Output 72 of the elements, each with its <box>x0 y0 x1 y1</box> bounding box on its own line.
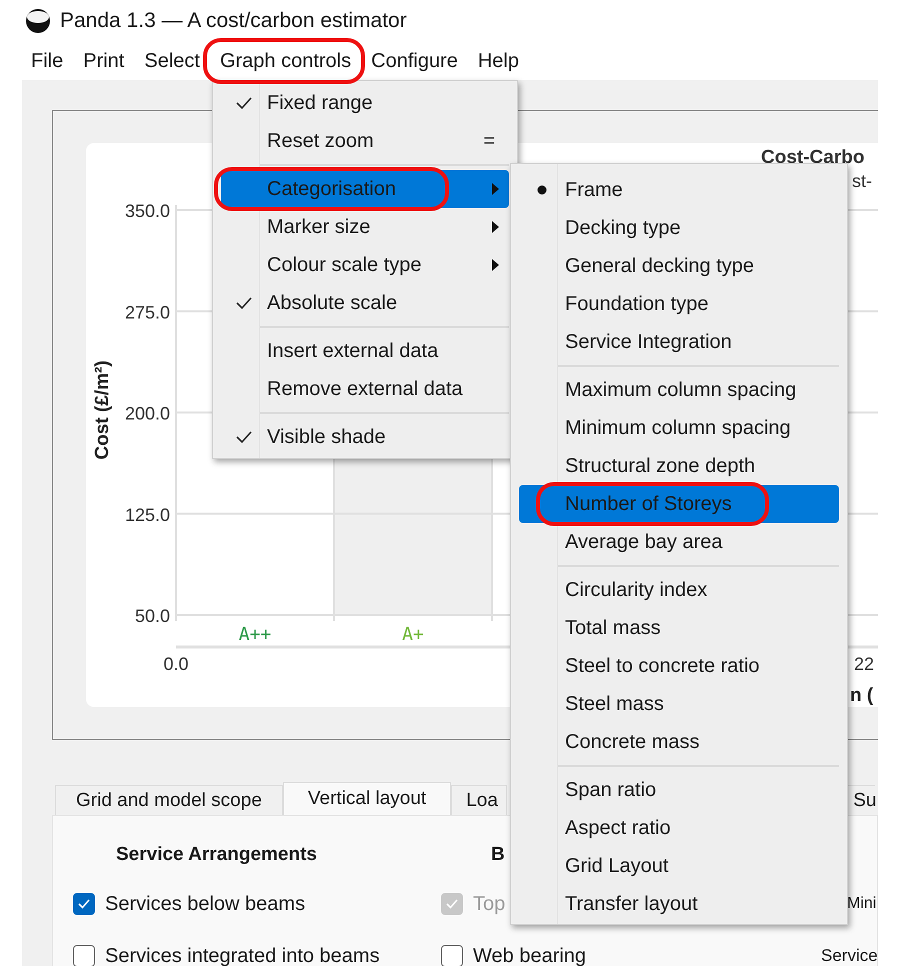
menu-item[interactable]: Steel to concrete ratio <box>519 647 839 685</box>
menu-item[interactable]: Structural zone depth <box>519 447 839 485</box>
x-axis-title: n ( <box>850 685 874 706</box>
app-logo-icon <box>24 8 52 34</box>
category-label: A++ <box>238 624 272 645</box>
menubar-item[interactable]: Print <box>74 42 134 80</box>
menu-item[interactable]: Remove external data <box>221 370 509 408</box>
menu-item[interactable]: Frame <box>519 171 839 209</box>
x-tick-label: 22 <box>854 654 874 674</box>
menu-item[interactable]: General decking type <box>519 247 839 285</box>
checkbox-label: Services below beams <box>105 892 306 916</box>
tab[interactable]: Grid and model scope <box>55 785 283 815</box>
menu-item[interactable]: Reset zoom = <box>221 122 509 160</box>
menu-item[interactable]: Service Integration <box>519 323 839 361</box>
checkmark-icon <box>235 430 253 444</box>
submenu-arrow-icon <box>492 259 499 271</box>
checkmark-icon <box>77 898 91 910</box>
menu-item[interactable]: Marker size <box>221 208 509 246</box>
menubar-item[interactable]: Select <box>135 42 209 80</box>
menubar-item[interactable]: Configure <box>362 42 467 80</box>
menu-item[interactable]: Average bay area <box>519 523 839 561</box>
menu-item[interactable]: Grid Layout <box>519 847 839 885</box>
menu-item[interactable]: Minimum column spacing <box>519 409 839 447</box>
submenu-arrow-icon <box>492 183 499 195</box>
menubar-item[interactable]: Help <box>468 42 528 80</box>
chart-title: Cost-Carbo <box>761 147 864 168</box>
menu-item[interactable]: Absolute scale <box>221 284 509 322</box>
checkmark-icon <box>235 96 253 110</box>
y-axis-title: Cost (£/m²) <box>92 360 113 460</box>
y-tick-label: 275.0 <box>124 302 170 322</box>
checkbox[interactable] <box>73 893 95 915</box>
checkbox-label: Web bearing <box>473 944 586 966</box>
menu-item[interactable]: Circularity index <box>519 571 839 609</box>
menu-item[interactable]: Number of Storeys <box>519 485 839 523</box>
tab[interactable]: Loa <box>451 785 508 815</box>
field-label: Mini <box>847 895 876 913</box>
shortcut-label: = <box>483 130 495 152</box>
submenu-arrow-icon <box>492 221 499 233</box>
menu-item[interactable]: Fixed range <box>221 84 509 122</box>
checkmark-icon <box>235 296 253 310</box>
y-tick-label: 350.0 <box>124 201 170 221</box>
menu-item[interactable]: Steel mass <box>519 685 839 723</box>
menu-item[interactable]: Insert external data <box>221 332 509 370</box>
menu-item[interactable]: Colour scale type <box>221 246 509 284</box>
y-tick-label: 200.0 <box>124 404 170 424</box>
menu-item[interactable]: Foundation type <box>519 285 839 323</box>
x-tick-label: 0.0 <box>163 654 189 674</box>
checkbox-label: Services integrated into beams <box>105 944 380 966</box>
menu-item[interactable]: Concrete mass <box>519 723 839 761</box>
window-title: Panda 1.3 — A cost/carbon estimator <box>60 9 407 33</box>
category-label: A+ <box>402 624 424 645</box>
menubar-item[interactable]: File <box>22 42 72 80</box>
menu-item[interactable]: Visible shade <box>221 418 509 456</box>
section-heading: Service Arrangements <box>116 844 318 866</box>
chart-subtitle: st- <box>852 171 872 191</box>
field-label: Service <box>821 946 878 966</box>
section-heading: B <box>491 844 505 866</box>
menu-item[interactable]: Categorisation <box>221 170 509 208</box>
checkmark-icon <box>445 898 459 910</box>
menubar-item[interactable]: Graph controls <box>210 42 360 80</box>
checkbox[interactable] <box>441 945 463 966</box>
tab[interactable]: Vertical layout <box>282 782 452 815</box>
checkbox[interactable] <box>73 945 95 966</box>
y-tick-label: 125.0 <box>124 504 170 525</box>
menu-item[interactable]: Aspect ratio <box>519 809 839 847</box>
menu-item[interactable]: Span ratio <box>519 771 839 809</box>
menu-item[interactable]: Transfer layout <box>519 885 839 923</box>
menu-item[interactable]: Maximum column spacing <box>519 371 839 409</box>
menu-item[interactable]: Decking type <box>519 209 839 247</box>
y-tick-label: 50.0 <box>134 606 170 626</box>
menu-item[interactable]: Total mass <box>519 609 839 647</box>
checkbox-label: Top <box>473 892 506 916</box>
